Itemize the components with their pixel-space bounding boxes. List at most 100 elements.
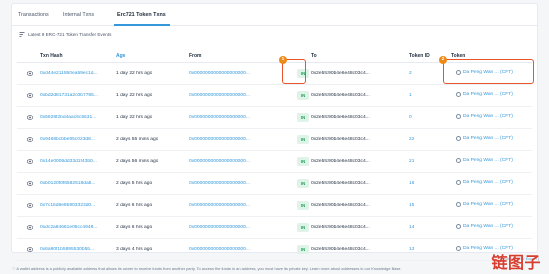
from-address-link[interactable]: 0x0000000000000000000... (189, 247, 287, 252)
column-header-to: To (311, 53, 317, 59)
direction-badge: IN (297, 157, 309, 166)
eye-icon[interactable] (27, 225, 33, 230)
column-header-age[interactable]: Age (116, 53, 125, 59)
txn-age: 1 day 22 hrs ago (116, 93, 153, 98)
watermark-logo: 链图子 (491, 253, 541, 272)
column-header-from: From (189, 53, 202, 59)
from-address-link[interactable]: 0x0000000000000000000... (189, 137, 287, 142)
txn-hash-link[interactable]: 0x7c16d8e8b903323d0... (40, 203, 110, 208)
active-tab-indicator (114, 24, 170, 26)
txn-age: 2 days 56 mins ago (116, 159, 159, 164)
txn-hash-link[interactable]: 0x9468bcbbe95c023d8... (40, 137, 110, 142)
table-row: 0x14e0006dd33d1f43b0... 2 days 56 mins a… (17, 151, 532, 173)
token-name: Da Peng Wan ... (CFT) (463, 92, 513, 97)
txn-hash-link[interactable]: 0x6a90f1b5895530b5b... (40, 247, 110, 252)
to-address: 0x2e5fc90b4e6e48c03c4... (311, 71, 370, 76)
token-id-link[interactable]: 21 (409, 159, 414, 164)
eye-icon[interactable] (27, 181, 33, 186)
token-id-link[interactable]: 2 (409, 71, 412, 76)
token-id-link[interactable]: 14 (409, 225, 414, 230)
to-address: 0x2e5fc90b4e6e48c03c4... (311, 247, 370, 252)
eye-icon[interactable] (27, 115, 33, 120)
eye-icon[interactable] (27, 93, 33, 98)
token-link[interactable]: Da Peng Wan ... (CFT) (456, 114, 513, 119)
txn-hash-link[interactable]: 0xbd2d81731a2c0b7785... (40, 93, 110, 98)
direction-badge: IN (297, 91, 309, 100)
eye-icon[interactable] (27, 203, 33, 208)
token-name: Da Peng Wan ... (CFT) (463, 180, 513, 185)
column-header-txn-hash: Txn Hash (40, 53, 63, 59)
to-address: 0x2e5fc90b4e6e48c03c4... (311, 203, 370, 208)
token-logo-icon (456, 92, 461, 97)
token-id-link[interactable]: 16 (409, 181, 414, 186)
token-logo-icon (456, 158, 461, 163)
token-id-link[interactable]: 0 (409, 115, 412, 120)
from-address-link[interactable]: 0x0000000000000000000... (189, 71, 287, 76)
eye-icon[interactable] (27, 159, 33, 164)
txn-hash-link[interactable]: 0x5628f2bd4aac6c5531... (40, 115, 110, 120)
txn-age: 2 days 55 mins ago (116, 137, 159, 142)
eye-icon[interactable] (27, 247, 33, 252)
token-name: Da Peng Wan ... (CFT) (463, 136, 513, 141)
token-logo-icon (456, 180, 461, 185)
table-row: 0x5628f2bd4aac6c5531... 1 day 22 hrs ago… (17, 107, 532, 129)
token-link[interactable]: Da Peng Wan ... (CFT) (456, 224, 513, 229)
token-id-link[interactable]: 15 (409, 203, 414, 208)
summary-text: Latest 9 ERC-721 Token Transfer Events (28, 32, 112, 37)
eye-icon[interactable] (27, 137, 33, 142)
txn-age: 1 day 22 hrs ago (116, 71, 153, 76)
lightbulb-icon: ♡ (12, 266, 16, 271)
eye-icon[interactable] (27, 71, 33, 76)
address-footnote: ♡ A wallet address is a publicly availab… (12, 266, 402, 271)
from-address-link[interactable]: 0x0000000000000000000... (189, 203, 287, 208)
token-link[interactable]: Da Peng Wan ... (CFT) (456, 136, 513, 141)
token-link[interactable]: Da Peng Wan ... (CFT) (456, 158, 513, 163)
direction-badge: IN (297, 201, 309, 210)
txn-age: 2 days 6 hrs ago (116, 225, 153, 230)
token-link[interactable]: Da Peng Wan ... (CFT) (456, 202, 513, 207)
from-address-link[interactable]: 0x0000000000000000000... (189, 115, 287, 120)
token-id-link[interactable]: 1 (409, 93, 412, 98)
table-row: 0xbd2d81731a2c0b7785... 1 day 22 hrs ago… (17, 85, 532, 107)
direction-badge: IN (297, 223, 309, 232)
from-address-link[interactable]: 0x0000000000000000000... (189, 181, 287, 186)
token-logo-icon (456, 136, 461, 141)
to-address: 0x2e5fc90b4e6e48c03c4... (311, 159, 370, 164)
token-link[interactable]: Da Peng Wan ... (CFT) (456, 180, 513, 185)
footnote-text: A wallet address is a publicly available… (16, 266, 402, 271)
token-id-link[interactable]: 22 (409, 137, 414, 142)
txn-age: 1 day 22 hrs ago (116, 115, 153, 120)
token-link[interactable]: Da Peng Wan ... (CFT) (456, 92, 513, 97)
direction-badge: IN (297, 179, 309, 188)
direction-badge: IN (297, 245, 309, 254)
to-address: 0x2e5fc90b4e6e48c03c4... (311, 137, 370, 142)
annotation-marker-1: 1 (279, 56, 287, 64)
txn-hash-link[interactable]: 0xdc2a84661e05cc4948... (40, 225, 110, 230)
txn-hash-link[interactable]: 0x14e0006dd33d1f43b0... (40, 159, 110, 164)
annotation-highlight-token (443, 59, 534, 84)
annotation-marker-2: 2 (439, 56, 447, 64)
sort-icon (19, 32, 25, 37)
token-logo-icon (456, 202, 461, 207)
tab-transactions[interactable]: Transactions (18, 12, 49, 18)
txn-age: 2 days 5 hrs ago (116, 181, 153, 186)
token-logo-icon (456, 114, 461, 119)
tab-erc721-token-txns[interactable]: Erc721 Token Txns (117, 12, 166, 18)
txn-age: 2 days 6 hrs ago (116, 203, 153, 208)
from-address-link[interactable]: 0x0000000000000000000... (189, 225, 287, 230)
txn-hash-link[interactable]: 0xd44e211550ea59ec1d... (40, 71, 110, 76)
tab-bar: Transactions Internal Txns Erc721 Token … (12, 4, 537, 26)
txn-hash-link[interactable]: 0xb0120f0f6582518da5... (40, 181, 110, 186)
table-row: 0xb0120f0f6582518da5... 2 days 5 hrs ago… (17, 173, 532, 195)
token-id-link[interactable]: 13 (409, 247, 414, 252)
to-address: 0x2e5fc90b4e6e48c03c4... (311, 115, 370, 120)
from-address-link[interactable]: 0x0000000000000000000... (189, 93, 287, 98)
tab-internal-txns[interactable]: Internal Txns (63, 12, 94, 18)
table-row: 0x6a90f1b5895530b5b... 3 days 4 hrs ago … (17, 239, 532, 261)
table-row: 0x9468bcbbe95c023d8... 2 days 55 mins ag… (17, 129, 532, 151)
to-address: 0x2e5fc90b4e6e48c03c4... (311, 181, 370, 186)
direction-badge: IN (297, 113, 309, 122)
token-name: Da Peng Wan ... (CFT) (463, 158, 513, 163)
from-address-link[interactable]: 0x0000000000000000000... (189, 159, 287, 164)
txn-age: 3 days 4 hrs ago (116, 247, 153, 252)
